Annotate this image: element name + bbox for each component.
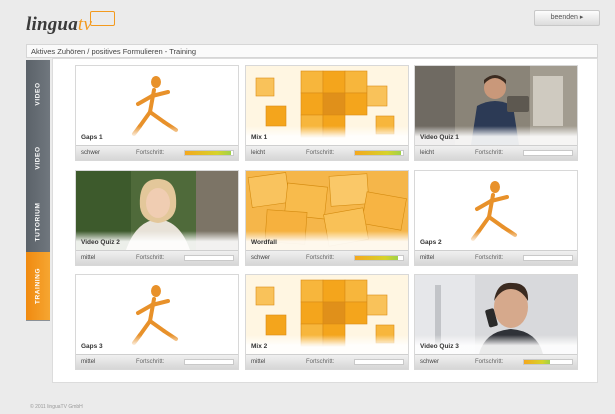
exercise-tile-gaps-2[interactable]: Gaps 2 mittel Fortschritt:: [414, 170, 578, 266]
tab-video-2[interactable]: VIDEO: [26, 124, 50, 193]
progress-label: Fortschritt:: [475, 150, 504, 156]
exercise-status-bar: schwer Fortschritt:: [415, 354, 577, 369]
exercise-title-text: Mix 2: [251, 343, 268, 350]
logo: linguatv: [26, 11, 115, 36]
progress-label: Fortschritt:: [475, 359, 504, 365]
exercise-tile-gaps-1[interactable]: Gaps 1 schwer Fortschritt:: [75, 65, 239, 161]
progress-bar: [184, 359, 234, 365]
progress-label: Fortschritt:: [306, 255, 335, 261]
exercise-status-bar: mittel Fortschritt:: [76, 250, 238, 265]
progress-fill: [355, 256, 399, 260]
progress-bar: [184, 255, 234, 261]
progress-fill: [185, 151, 231, 155]
progress-label: Fortschritt:: [306, 150, 335, 156]
exercise-tile-video-quiz-2[interactable]: Video Quiz 2 mittel Fortschritt:: [75, 170, 239, 266]
exercise-title-text: Gaps 1: [81, 134, 103, 141]
difficulty-label: schwer: [251, 255, 271, 261]
exercise-tile-mix-2[interactable]: Mix 2 mittel Fortschritt:: [245, 274, 409, 370]
exercise-title-text: Video Quiz 2: [81, 239, 120, 246]
tab-training[interactable]: TRAINING: [26, 252, 50, 321]
exercise-status-bar: schwer Fortschritt:: [76, 145, 238, 160]
progress-bar: [354, 150, 404, 156]
exercise-title: Video Quiz 2: [76, 231, 238, 250]
exercise-title: Video Quiz 3: [415, 335, 577, 354]
exercise-title: Gaps 3: [76, 335, 238, 354]
exercise-title-text: Video Quiz 3: [420, 343, 459, 350]
progress-fill: [524, 360, 551, 364]
progress-fill: [355, 151, 401, 155]
progress-label: Fortschritt:: [136, 255, 165, 261]
exercise-status-bar: schwer Fortschritt:: [246, 250, 408, 265]
exercise-status-bar: leicht Fortschritt:: [415, 145, 577, 160]
exercise-title-text: Gaps 3: [81, 343, 103, 350]
exercise-tile-gaps-3[interactable]: Gaps 3 mittel Fortschritt:: [75, 274, 239, 370]
difficulty-label: leicht: [251, 150, 266, 156]
progress-bar: [184, 150, 234, 156]
exercise-title-text: Mix 1: [251, 134, 268, 141]
exercise-grid: Gaps 1 schwer Fortschritt: Mix 1 leicht Fort…: [52, 58, 598, 383]
exercise-status-bar: mittel Fortschritt:: [246, 354, 408, 369]
difficulty-label: mittel: [420, 255, 435, 261]
difficulty-label: schwer: [420, 359, 440, 365]
exercise-title-text: Video Quiz 1: [420, 134, 459, 141]
difficulty-label: leicht: [420, 150, 435, 156]
exercise-title: Wordfall: [246, 231, 408, 250]
exercise-title-text: Gaps 2: [420, 239, 442, 246]
progress-label: Fortschritt:: [136, 359, 165, 365]
difficulty-label: mittel: [81, 255, 96, 261]
progress-label: Fortschritt:: [136, 150, 165, 156]
progress-bar: [354, 359, 404, 365]
progress-bar: [354, 255, 404, 261]
progress-label: Fortschritt:: [475, 255, 504, 261]
breadcrumb: Aktives Zuhören / positives Formulieren …: [26, 44, 598, 58]
exercise-title: Video Quiz 1: [415, 126, 577, 145]
difficulty-label: mittel: [251, 359, 266, 365]
progress-bar: [523, 359, 573, 365]
exercise-tile-video-quiz-3[interactable]: Video Quiz 3 schwer Fortschritt:: [414, 274, 578, 370]
progress-bar: [523, 255, 573, 261]
difficulty-label: mittel: [81, 359, 96, 365]
logo-text: lingua: [26, 14, 78, 35]
exercise-tile-mix-1[interactable]: Mix 1 leicht Fortschritt:: [245, 65, 409, 161]
tab-video-1[interactable]: VIDEO: [26, 60, 50, 129]
progress-bar: [523, 150, 573, 156]
exercise-title: Gaps 2: [415, 231, 577, 250]
exercise-tile-video-quiz-1[interactable]: Video Quiz 1 leicht Fortschritt:: [414, 65, 578, 161]
difficulty-label: schwer: [81, 150, 101, 156]
logo-tv-icon: [90, 11, 115, 26]
exercise-status-bar: mittel Fortschritt:: [415, 250, 577, 265]
exercise-title-text: Wordfall: [251, 239, 277, 246]
footer-copyright: © 2011 linguaTV GmbH: [30, 404, 83, 410]
exercise-title: Mix 1: [246, 126, 408, 145]
exercise-status-bar: leicht Fortschritt:: [246, 145, 408, 160]
progress-label: Fortschritt:: [306, 359, 335, 365]
exercise-tile-wordfall[interactable]: Wordfall schwer Fortschritt:: [245, 170, 409, 266]
exercise-title: Gaps 1: [76, 126, 238, 145]
exercise-status-bar: mittel Fortschritt:: [76, 354, 238, 369]
tab-tutorium[interactable]: TUTORIUM: [26, 188, 50, 257]
close-button[interactable]: beenden ▸: [534, 10, 600, 26]
exercise-title: Mix 2: [246, 335, 408, 354]
